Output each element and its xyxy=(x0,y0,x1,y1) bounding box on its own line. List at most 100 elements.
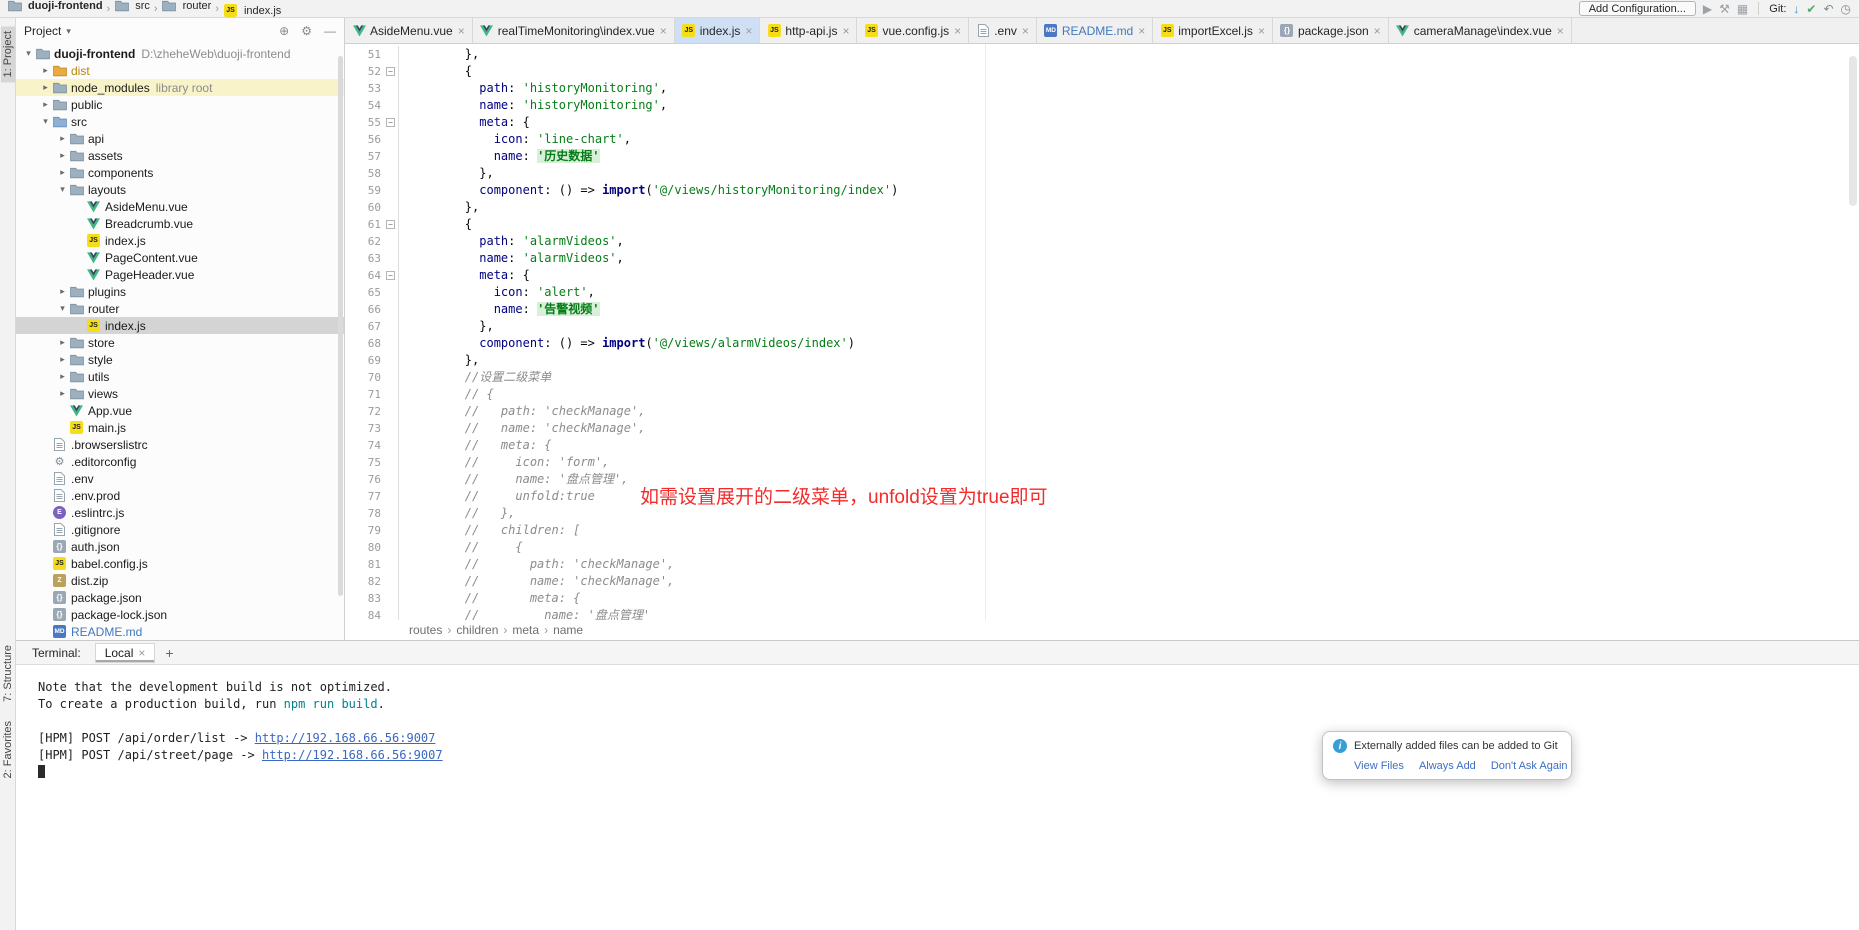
line-number[interactable]: 59 xyxy=(345,182,381,199)
settings-gear-icon[interactable]: ⚙ xyxy=(301,24,312,38)
gutter[interactable] xyxy=(381,573,399,590)
tree-item[interactable]: JSindex.js xyxy=(16,232,344,249)
line-number[interactable]: 54 xyxy=(345,97,381,114)
editor-tab[interactable]: AsideMenu.vue× xyxy=(345,18,473,43)
tree-item[interactable]: E.eslintrc.js xyxy=(16,504,344,521)
line-number[interactable]: 60 xyxy=(345,199,381,216)
chevron-right-icon[interactable]: ▸ xyxy=(56,388,69,399)
notification-action[interactable]: Always Add xyxy=(1419,760,1476,772)
gutter[interactable] xyxy=(381,131,399,148)
editor-tab[interactable]: cameraManage\index.vue× xyxy=(1389,18,1572,43)
tree-item[interactable]: ▸plugins xyxy=(16,283,344,300)
line-number[interactable]: 72 xyxy=(345,403,381,420)
gutter[interactable] xyxy=(381,352,399,369)
code-breadcrumb-item[interactable]: meta xyxy=(512,623,539,637)
terminal-output[interactable]: Note that the development build is not o… xyxy=(16,665,1859,781)
gutter[interactable] xyxy=(381,505,399,522)
tree-item[interactable]: ▸public xyxy=(16,96,344,113)
gutter[interactable] xyxy=(381,437,399,454)
gutter[interactable] xyxy=(381,199,399,216)
line-number[interactable]: 78 xyxy=(345,505,381,522)
tree-item[interactable]: ▸node_moduleslibrary root xyxy=(16,79,344,96)
project-panel-title[interactable]: Project xyxy=(24,24,61,38)
line-number[interactable]: 52 xyxy=(345,63,381,80)
editor-tab[interactable]: JShttp-api.js× xyxy=(760,18,857,43)
fold-icon[interactable]: − xyxy=(386,271,395,280)
add-configuration-button[interactable]: Add Configuration... xyxy=(1579,1,1696,16)
gutter[interactable] xyxy=(381,607,399,620)
gutter[interactable] xyxy=(381,301,399,318)
chevron-right-icon[interactable]: ▸ xyxy=(39,82,52,93)
chevron-down-icon[interactable]: ▾ xyxy=(56,303,69,314)
chevron-right-icon[interactable]: ▸ xyxy=(39,99,52,110)
chevron-down-icon[interactable]: ▾ xyxy=(56,184,69,195)
fold-icon[interactable]: − xyxy=(386,220,395,229)
gutter[interactable] xyxy=(381,250,399,267)
close-icon[interactable]: × xyxy=(660,25,667,37)
line-number[interactable]: 53 xyxy=(345,80,381,97)
tree-item[interactable]: JSindex.js xyxy=(16,317,344,334)
tree-item[interactable]: ▾duoji-frontendD:\zheheWeb\duoji-fronten… xyxy=(16,45,344,62)
line-number[interactable]: 70 xyxy=(345,369,381,386)
line-number[interactable]: 58 xyxy=(345,165,381,182)
close-icon[interactable]: × xyxy=(842,25,849,37)
close-icon[interactable]: × xyxy=(458,25,465,37)
tree-item[interactable]: {}auth.json xyxy=(16,538,344,555)
tree-item[interactable]: .browserslistrc xyxy=(16,436,344,453)
tree-item[interactable]: {}package.json xyxy=(16,589,344,606)
breadcrumb-item[interactable]: duoji-frontend xyxy=(7,0,103,12)
tree-item[interactable]: MDREADME.md xyxy=(16,623,344,640)
tree-item[interactable]: ▾layouts xyxy=(16,181,344,198)
terminal-link[interactable]: http://192.168.66.56:9007 xyxy=(262,748,443,762)
line-number[interactable]: 83 xyxy=(345,590,381,607)
gutter[interactable] xyxy=(381,403,399,420)
chevron-down-icon[interactable]: ▾ xyxy=(39,116,52,127)
breadcrumb-item[interactable]: JSindex.js xyxy=(223,4,281,17)
chevron-right-icon[interactable]: ▸ xyxy=(56,371,69,382)
terminal-tab-local[interactable]: Local × xyxy=(95,643,156,663)
code-breadcrumb-item[interactable]: name xyxy=(553,623,583,637)
gutter[interactable]: − xyxy=(381,216,399,233)
fold-icon[interactable]: − xyxy=(386,67,395,76)
editor-scrollbar[interactable] xyxy=(1849,56,1857,206)
tree-item[interactable]: App.vue xyxy=(16,402,344,419)
close-icon[interactable]: × xyxy=(1258,25,1265,37)
line-number[interactable]: 55 xyxy=(345,114,381,131)
line-number[interactable]: 71 xyxy=(345,386,381,403)
close-icon[interactable]: × xyxy=(138,647,145,659)
line-number[interactable]: 77 xyxy=(345,488,381,505)
editor-tab[interactable]: JSvue.config.js× xyxy=(857,18,969,43)
line-number[interactable]: 64 xyxy=(345,267,381,284)
line-number[interactable]: 79 xyxy=(345,522,381,539)
gutter[interactable] xyxy=(381,556,399,573)
tree-item[interactable]: .env.prod xyxy=(16,487,344,504)
breadcrumb-item[interactable]: router xyxy=(162,0,212,12)
chevron-down-icon[interactable]: ▾ xyxy=(22,48,35,59)
gutter[interactable]: − xyxy=(381,63,399,80)
gutter[interactable] xyxy=(381,284,399,301)
gutter[interactable] xyxy=(381,335,399,352)
project-scrollbar[interactable] xyxy=(338,56,343,596)
line-number[interactable]: 76 xyxy=(345,471,381,488)
editor-tab[interactable]: JSindex.js× xyxy=(675,18,761,43)
gutter[interactable]: − xyxy=(381,267,399,284)
line-number[interactable]: 66 xyxy=(345,301,381,318)
gutter[interactable] xyxy=(381,420,399,437)
line-number[interactable]: 68 xyxy=(345,335,381,352)
line-number[interactable]: 65 xyxy=(345,284,381,301)
git-update-icon[interactable]: ↓ xyxy=(1793,3,1799,15)
notification-action[interactable]: View Files xyxy=(1354,760,1404,772)
git-history-icon[interactable]: ◷ xyxy=(1841,3,1851,15)
build-icon[interactable]: ⚒ xyxy=(1719,3,1730,15)
gutter[interactable] xyxy=(381,233,399,250)
tree-item[interactable]: JSbabel.config.js xyxy=(16,555,344,572)
chevron-right-icon[interactable]: ▸ xyxy=(56,133,69,144)
tree-item[interactable]: ▾src xyxy=(16,113,344,130)
line-number[interactable]: 67 xyxy=(345,318,381,335)
fold-icon[interactable]: − xyxy=(386,118,395,127)
chevron-right-icon[interactable]: ▸ xyxy=(56,354,69,365)
line-number[interactable]: 63 xyxy=(345,250,381,267)
gutter[interactable] xyxy=(381,454,399,471)
tree-item[interactable]: Zdist.zip xyxy=(16,572,344,589)
line-number[interactable]: 69 xyxy=(345,352,381,369)
